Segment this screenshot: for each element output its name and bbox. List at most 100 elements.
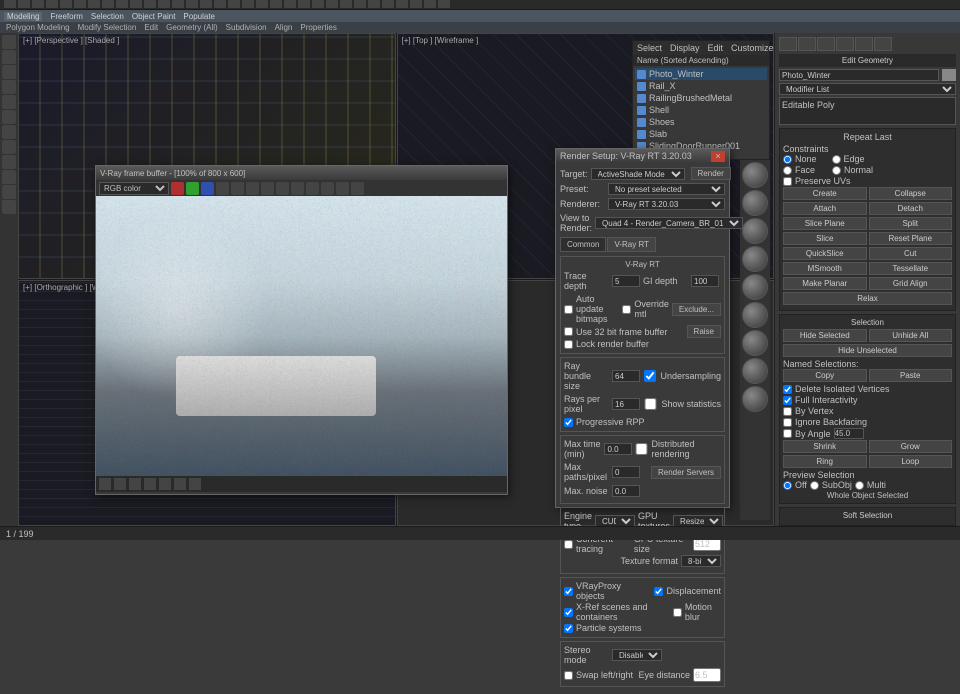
fb-tool-icon[interactable] bbox=[336, 182, 349, 195]
close-icon[interactable]: × bbox=[711, 151, 725, 162]
material-sphere-icon[interactable] bbox=[742, 274, 768, 300]
tool-icon[interactable] bbox=[2, 200, 16, 214]
relax-button[interactable]: Relax bbox=[783, 292, 952, 305]
subtab-subdivision[interactable]: Subdivision bbox=[226, 23, 267, 32]
resetplane-button[interactable]: Reset Plane bbox=[869, 232, 953, 245]
loop-button[interactable]: Loop bbox=[869, 455, 953, 468]
undersampling-checkbox[interactable] bbox=[643, 370, 657, 382]
fb-status-icon[interactable] bbox=[189, 478, 201, 490]
stack-item[interactable]: Editable Poly bbox=[782, 100, 953, 110]
constraint-edge-radio[interactable] bbox=[832, 155, 841, 164]
renderer-select[interactable]: V-Ray RT 3.20.03 bbox=[608, 198, 725, 210]
cmd-tab-icon[interactable] bbox=[779, 37, 797, 51]
trace-depth-input[interactable] bbox=[612, 275, 640, 287]
tool-icon[interactable] bbox=[2, 140, 16, 154]
lock-buffer-checkbox[interactable] bbox=[564, 340, 573, 349]
ring-button[interactable]: Ring bbox=[783, 455, 867, 468]
material-sphere-icon[interactable] bbox=[742, 218, 768, 244]
preset-select[interactable]: No preset selected bbox=[608, 183, 725, 195]
channel-blue-icon[interactable] bbox=[201, 182, 214, 195]
fb-tool-icon[interactable] bbox=[216, 182, 229, 195]
preview-off-radio[interactable] bbox=[783, 481, 792, 490]
shrink-button[interactable]: Shrink bbox=[783, 440, 867, 453]
tool-icon[interactable] bbox=[2, 125, 16, 139]
material-sphere-icon[interactable] bbox=[742, 162, 768, 188]
subtab-properties[interactable]: Properties bbox=[300, 23, 336, 32]
channel-select[interactable]: RGB color bbox=[99, 182, 169, 195]
sliceplane-button[interactable]: Slice Plane bbox=[783, 217, 867, 230]
msmooth-button[interactable]: MSmooth bbox=[783, 262, 867, 275]
constraint-none-radio[interactable] bbox=[783, 155, 792, 164]
material-sphere-icon[interactable] bbox=[742, 386, 768, 412]
split-button[interactable]: Split bbox=[869, 217, 953, 230]
hide-selected-button[interactable]: Hide Selected bbox=[783, 329, 867, 342]
cmd-tab-icon[interactable] bbox=[874, 37, 892, 51]
raise-button[interactable]: Raise bbox=[687, 325, 721, 338]
cmd-tab-icon[interactable] bbox=[855, 37, 873, 51]
attach-button[interactable]: Attach bbox=[783, 202, 867, 215]
subtab-align[interactable]: Align bbox=[275, 23, 293, 32]
tool-icon[interactable] bbox=[2, 155, 16, 169]
collapse-button[interactable]: Collapse bbox=[869, 187, 953, 200]
tessellate-button[interactable]: Tessellate bbox=[869, 262, 953, 275]
object-name-input[interactable] bbox=[779, 69, 939, 81]
material-sphere-icon[interactable] bbox=[742, 190, 768, 216]
byvertex-checkbox[interactable] bbox=[783, 407, 792, 416]
maxpaths-input[interactable] bbox=[612, 466, 640, 478]
fb-tool-icon[interactable] bbox=[306, 182, 319, 195]
auto-update-checkbox[interactable] bbox=[564, 305, 573, 314]
cut-button[interactable]: Cut bbox=[869, 247, 953, 260]
vrayproxy-checkbox[interactable] bbox=[564, 587, 573, 596]
detach-button[interactable]: Detach bbox=[869, 202, 953, 215]
ribbon-tab-populate[interactable]: Populate bbox=[183, 12, 215, 21]
texfmt-select[interactable]: 8-bit bbox=[681, 555, 721, 567]
rays-input[interactable] bbox=[612, 398, 640, 410]
constraint-normal-radio[interactable] bbox=[832, 166, 841, 175]
maxnoise-input[interactable] bbox=[612, 485, 640, 497]
dist-checkbox[interactable] bbox=[635, 443, 648, 455]
material-sphere-icon[interactable] bbox=[742, 246, 768, 272]
tool-icon[interactable] bbox=[2, 80, 16, 94]
fb-status-icon[interactable] bbox=[159, 478, 171, 490]
grow-button[interactable]: Grow bbox=[869, 440, 953, 453]
fullint-checkbox[interactable] bbox=[783, 396, 792, 405]
modifier-stack[interactable]: Editable Poly bbox=[779, 97, 956, 125]
motionblur-checkbox[interactable] bbox=[673, 608, 682, 617]
progressive-checkbox[interactable] bbox=[564, 418, 573, 427]
scene-column-header[interactable]: Name (Sorted Ascending) bbox=[633, 55, 769, 66]
fb-tool-icon[interactable] bbox=[246, 182, 259, 195]
fb-tool-icon[interactable] bbox=[351, 182, 364, 195]
ribbon-tab-objectpaint[interactable]: Object Paint bbox=[132, 12, 176, 21]
maxtime-input[interactable] bbox=[604, 443, 632, 455]
eyedist-input[interactable] bbox=[693, 668, 721, 682]
material-sphere-icon[interactable] bbox=[742, 302, 768, 328]
copy-button[interactable]: Copy bbox=[783, 369, 867, 382]
tool-icon[interactable] bbox=[2, 95, 16, 109]
paste-button[interactable]: Paste bbox=[869, 369, 953, 382]
use32bit-checkbox[interactable] bbox=[564, 327, 573, 336]
fb-tool-icon[interactable] bbox=[321, 182, 334, 195]
material-sphere-icon[interactable] bbox=[742, 330, 768, 356]
tab-vrayrt[interactable]: V-Ray RT bbox=[607, 237, 656, 252]
view-select[interactable]: Quad 4 - Render_Camera_BR_01 bbox=[595, 217, 743, 229]
color-swatch[interactable] bbox=[942, 69, 956, 81]
ribbon-tab-freeform[interactable]: Freeform bbox=[50, 12, 82, 21]
deleteiso-checkbox[interactable] bbox=[783, 385, 792, 394]
stereo-select[interactable]: Disabled bbox=[612, 649, 662, 661]
create-button[interactable]: Create bbox=[783, 187, 867, 200]
scene-item[interactable]: Shell bbox=[635, 104, 767, 116]
exclude-button[interactable]: Exclude... bbox=[672, 303, 721, 316]
scene-menu-select[interactable]: Select bbox=[637, 43, 662, 53]
soft-selection-title[interactable]: Soft Selection bbox=[783, 511, 952, 520]
slice-button[interactable]: Slice bbox=[783, 232, 867, 245]
tool-icon[interactable] bbox=[2, 170, 16, 184]
tool-icon[interactable] bbox=[2, 50, 16, 64]
swap-checkbox[interactable] bbox=[564, 671, 573, 680]
xref-checkbox[interactable] bbox=[564, 608, 573, 617]
fb-status-icon[interactable] bbox=[144, 478, 156, 490]
servers-button[interactable]: Render Servers bbox=[651, 466, 721, 479]
scene-menu-customize[interactable]: Customize bbox=[731, 43, 774, 53]
cmd-tab-icon[interactable] bbox=[798, 37, 816, 51]
modifier-list-select[interactable]: Modifier List bbox=[779, 83, 956, 95]
stats-checkbox[interactable] bbox=[643, 398, 658, 410]
